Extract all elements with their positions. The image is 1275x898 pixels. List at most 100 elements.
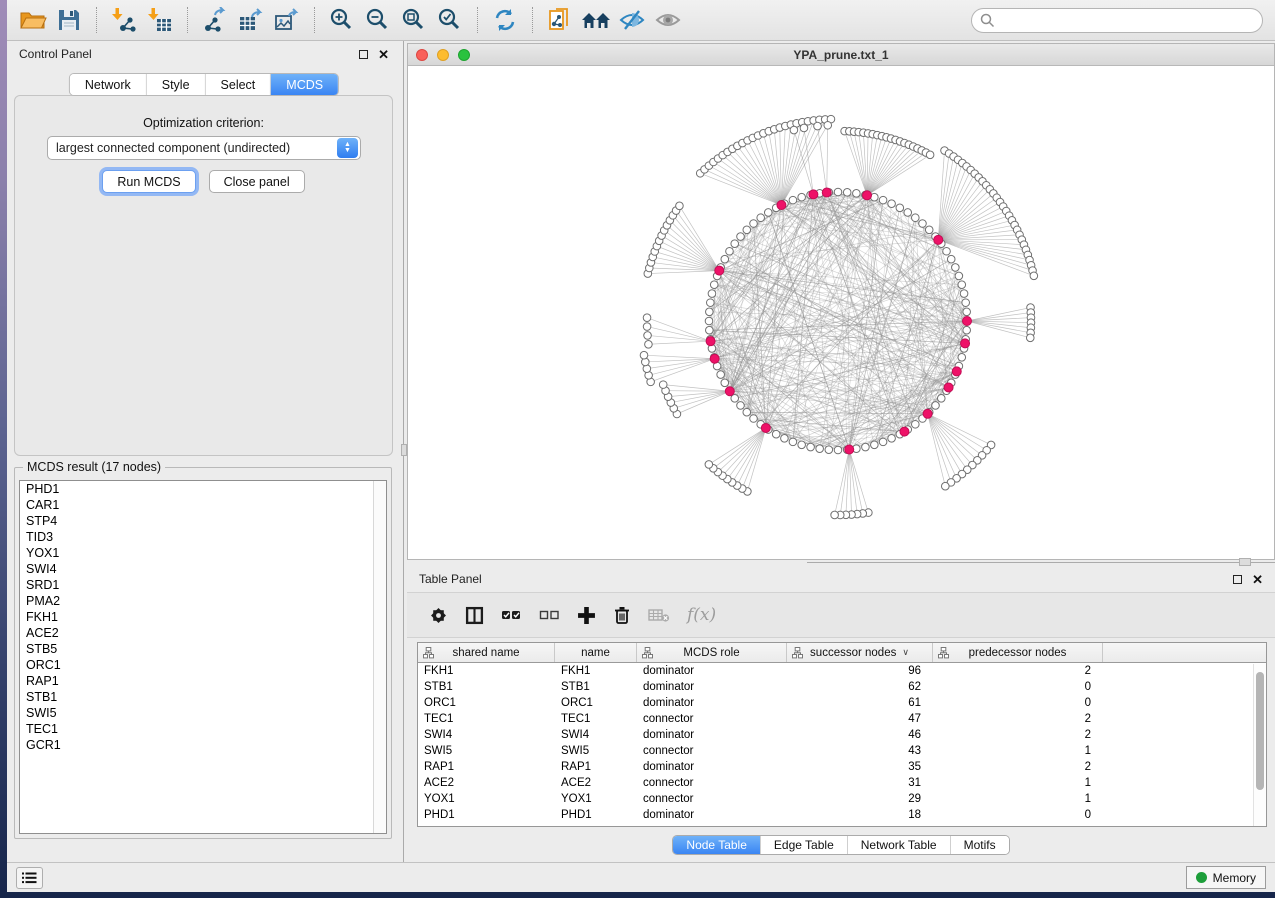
graph-node[interactable] (743, 408, 751, 416)
network-window-titlebar[interactable]: YPA_prune.txt_1 (408, 44, 1274, 66)
graph-node[interactable] (750, 220, 758, 228)
graph-node[interactable] (710, 281, 718, 289)
mcds-result-item[interactable]: FKH1 (20, 609, 386, 625)
graph-node-mcds[interactable] (934, 235, 943, 244)
close-panel-icon[interactable]: ✕ (1252, 575, 1263, 584)
mcds-result-item[interactable]: STB5 (20, 641, 386, 657)
column-header-successor-nodes[interactable]: successor nodes∨ (787, 643, 933, 662)
graph-node[interactable] (958, 281, 966, 289)
graph-node[interactable] (963, 308, 971, 316)
graph-node[interactable] (731, 240, 739, 248)
graph-node[interactable] (862, 443, 870, 451)
graph-node[interactable] (843, 189, 851, 197)
mcds-result-item[interactable]: TID3 (20, 529, 386, 545)
close-panel-icon[interactable]: ✕ (378, 50, 389, 59)
graph-node[interactable] (834, 446, 842, 454)
graph-node[interactable] (960, 290, 968, 298)
table-row[interactable]: YOX1YOX1connector291 (418, 791, 1266, 807)
graph-node[interactable] (834, 188, 842, 196)
column-header-shared-name[interactable]: shared name (418, 643, 555, 662)
graph-node[interactable] (958, 354, 966, 362)
refresh-layout-icon[interactable] (490, 5, 520, 35)
graph-node[interactable] (825, 446, 833, 454)
graph-node-mcds[interactable] (710, 354, 719, 363)
graph-node[interactable] (764, 209, 772, 217)
graph-node-mcds[interactable] (944, 383, 953, 392)
graph-node[interactable] (937, 395, 945, 403)
table-row[interactable]: SWI4SWI4dominator462 (418, 727, 1266, 743)
graph-node-mcds[interactable] (961, 339, 970, 348)
mcds-result-item[interactable]: TEC1 (20, 721, 386, 737)
table-row[interactable]: FKH1FKH1dominator962 (418, 663, 1266, 679)
mcds-result-item[interactable]: ORC1 (20, 657, 386, 673)
graph-node[interactable] (888, 435, 896, 443)
export-image-icon[interactable] (272, 5, 302, 35)
table-row[interactable]: RAP1RAP1dominator352 (418, 759, 1266, 775)
tab-style[interactable]: Style (147, 74, 206, 95)
graph-node-mcds[interactable] (923, 409, 932, 418)
graph-node-mcds[interactable] (863, 191, 872, 200)
graph-node[interactable] (705, 461, 713, 469)
graph-node[interactable] (789, 196, 797, 204)
graph-node[interactable] (676, 202, 684, 210)
graph-node[interactable] (932, 402, 940, 410)
graph-node[interactable] (853, 190, 861, 198)
tab-network-table[interactable]: Network Table (848, 836, 951, 854)
graph-node[interactable] (757, 214, 765, 222)
columns-icon[interactable] (465, 606, 484, 625)
graph-node-mcds[interactable] (725, 387, 734, 396)
graph-node-mcds[interactable] (822, 188, 831, 197)
graph-node[interactable] (707, 299, 715, 307)
graph-node[interactable] (955, 272, 963, 280)
column-header-mcds-role[interactable]: MCDS role (637, 643, 787, 662)
run-mcds-button[interactable]: Run MCDS (102, 170, 195, 193)
graph-node[interactable] (645, 340, 653, 348)
graph-node[interactable] (705, 317, 713, 325)
hide-selected-eye-icon[interactable] (617, 5, 647, 35)
graph-node[interactable] (912, 420, 920, 428)
export-table-icon[interactable] (236, 5, 266, 35)
graph-node-mcds[interactable] (845, 445, 854, 454)
graph-node[interactable] (814, 122, 822, 130)
graph-node[interactable] (640, 351, 648, 359)
table-row[interactable]: SWI5SWI5connector431 (418, 743, 1266, 759)
graph-node[interactable] (743, 226, 751, 234)
zoom-out-icon[interactable] (363, 5, 393, 35)
tab-motifs[interactable]: Motifs (951, 836, 1009, 854)
memory-button[interactable]: Memory (1186, 866, 1266, 889)
mcds-result-list[interactable]: PHD1CAR1STP4TID3YOX1SWI4SRD1PMA2FKH1ACE2… (19, 480, 387, 834)
tab-network[interactable]: Network (70, 74, 147, 95)
mcds-list-scrollbar[interactable] (373, 481, 386, 833)
graph-node-mcds[interactable] (963, 317, 972, 326)
search-input[interactable] (995, 13, 1254, 27)
graph-node[interactable] (706, 308, 714, 316)
clone-network-icon[interactable] (545, 5, 575, 35)
mcds-result-item[interactable]: PMA2 (20, 593, 386, 609)
splitter-grip[interactable] (1239, 558, 1251, 566)
graph-node[interactable] (926, 151, 934, 159)
graph-node[interactable] (824, 121, 832, 129)
add-column-icon[interactable] (577, 606, 596, 625)
graph-node[interactable] (708, 290, 716, 298)
tab-node-table[interactable]: Node Table (673, 836, 761, 854)
graph-node[interactable] (943, 247, 951, 255)
graph-node[interactable] (925, 226, 933, 234)
column-header-predecessor-nodes[interactable]: predecessor nodes (933, 643, 1103, 662)
tab-edge-table[interactable]: Edge Table (761, 836, 848, 854)
mcds-result-item[interactable]: STP4 (20, 513, 386, 529)
show-all-eye-icon[interactable] (653, 5, 683, 35)
graph-node[interactable] (644, 332, 652, 340)
open-file-icon[interactable] (18, 5, 48, 35)
zoom-fit-icon[interactable] (399, 5, 429, 35)
mcds-result-item[interactable]: STB1 (20, 689, 386, 705)
select-all-columns-icon[interactable] (501, 608, 522, 622)
graph-node[interactable] (750, 415, 758, 423)
graph-node[interactable] (888, 200, 896, 208)
search-box[interactable] (971, 8, 1263, 33)
import-table-icon[interactable] (145, 5, 175, 35)
mcds-result-item[interactable]: SRD1 (20, 577, 386, 593)
mcds-result-item[interactable]: GCR1 (20, 737, 386, 753)
float-panel-icon[interactable] (359, 50, 368, 59)
graph-node-mcds[interactable] (809, 190, 818, 199)
graph-node-mcds[interactable] (777, 201, 786, 210)
